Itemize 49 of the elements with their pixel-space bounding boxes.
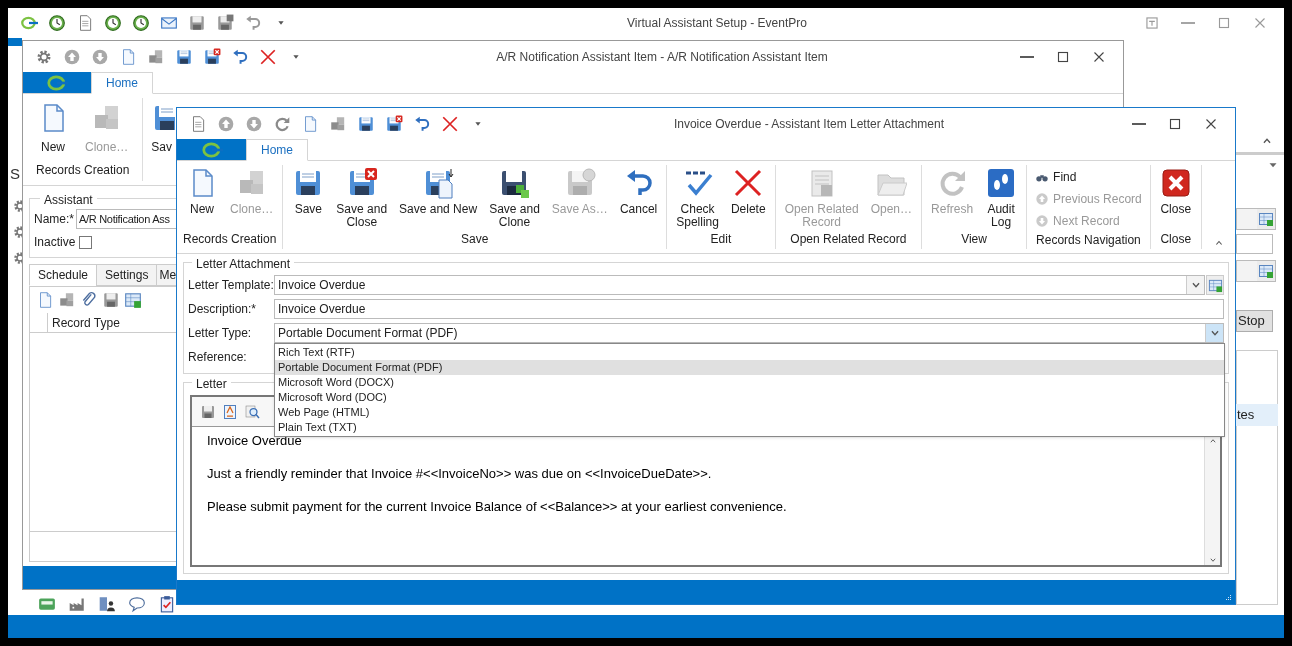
ribbon-tab[interactable]: Home xyxy=(246,139,308,161)
ribbon-button[interactable]: Save and Close xyxy=(331,165,393,230)
input-field[interactable]: Invoice Overdue xyxy=(274,299,1224,319)
sidebar-heading: S xyxy=(10,164,20,184)
tab[interactable]: Me xyxy=(156,264,177,286)
ribbon-button[interactable]: Save and Clone xyxy=(484,165,545,230)
ribbon-button[interactable]: Delete xyxy=(725,165,771,230)
field-label: Inactive xyxy=(34,234,76,251)
dropdown-field[interactable]: Portable Document Format (PDF) xyxy=(274,323,1224,343)
ribbon-button[interactable]: Find xyxy=(1031,167,1146,187)
ribbon-button[interactable]: New xyxy=(181,165,223,230)
field-label: Letter Type: xyxy=(188,325,253,342)
ribbon-button[interactable]: Check Spelling xyxy=(671,165,724,230)
field-label: Letter Template: xyxy=(188,277,274,294)
ribbon-group-label: View xyxy=(960,231,988,248)
ribbon-button[interactable]: Cancel xyxy=(614,165,663,230)
ribbon-group-label: Edit xyxy=(709,231,733,248)
ribbon-button[interactable]: Save xyxy=(287,165,330,230)
ribbon-button[interactable]: New xyxy=(33,98,73,161)
ribbon-group-label: Records Navigation xyxy=(1035,232,1142,249)
dropdown-option[interactable]: Portable Document Format (PDF) xyxy=(275,360,1224,375)
stop-button[interactable]: Stop xyxy=(1236,310,1273,332)
ribbon-group-label: Records Creation xyxy=(182,231,278,248)
ribbon-group-label: Save xyxy=(460,231,490,248)
dropdown-option[interactable]: Plain Text (TXT) xyxy=(275,420,1224,435)
field-label: Reference: xyxy=(188,349,248,366)
ribbon-button[interactable]: Audit Log xyxy=(980,165,1023,230)
tab[interactable]: Settings xyxy=(96,264,158,286)
field-label: Description:* xyxy=(188,301,258,318)
combo-field[interactable]: Invoice Overdue xyxy=(274,275,1205,295)
window-title: A/R Notification Assistant Item - A/R Notification Assistant Item xyxy=(496,48,828,66)
window-title: Invoice Overdue - Assistant Item Letter Attachment xyxy=(673,115,945,133)
window-title: Virtual Assistant Setup - EventPro xyxy=(627,15,807,32)
ribbon-tab[interactable]: Home xyxy=(91,72,153,94)
letter-paragraph: Invoice Overdue xyxy=(207,433,303,449)
letter-paragraph: Just a friendly reminder that Invoice #<<InvoiceNo>> was due on <<InvoiceDueDate>>. xyxy=(207,466,713,482)
letter-paragraph: Please submit payment for the current Invoice Balance of <<Balance>> at your earliest convenience. xyxy=(207,499,788,515)
dropdown-option[interactable]: Web Page (HTML) xyxy=(275,405,1224,420)
ribbon-group-label: Records Creation xyxy=(35,162,131,179)
dropdown-option[interactable]: Microsoft Word (DOCX) xyxy=(275,375,1224,390)
column-header: Record Type xyxy=(51,315,121,332)
ribbon-button[interactable]: Close xyxy=(1154,165,1197,230)
dropdown-option[interactable]: Rich Text (RTF) xyxy=(275,345,1224,360)
tab[interactable]: Schedule xyxy=(29,264,98,286)
list-cell[interactable]: tes xyxy=(1236,404,1278,426)
ribbon-button[interactable]: Save and New xyxy=(394,165,483,230)
field-label: Name:* xyxy=(34,211,72,228)
ribbon-group-label: Close xyxy=(1159,231,1193,248)
ribbon-group-label: Open Related Record xyxy=(789,231,908,248)
